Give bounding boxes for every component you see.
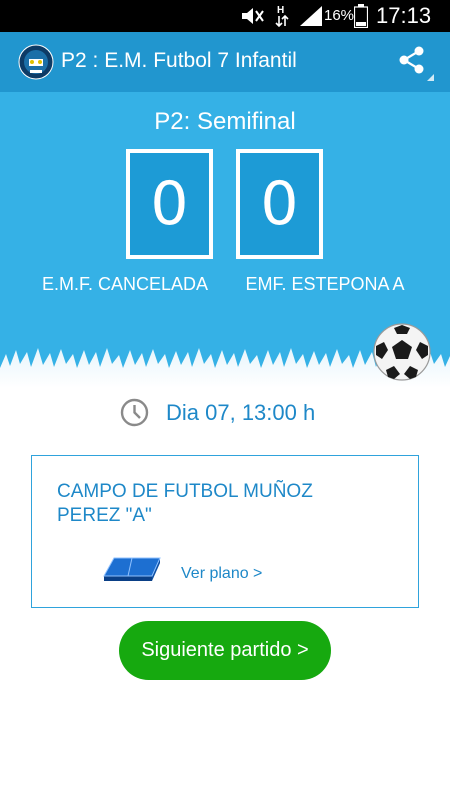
scoreboard: P2: Semifinal 0 0 E.M.F. CANCELADA EMF. … [0,92,450,388]
app-title: P2 : E.M. Futbol 7 Infantil [61,49,297,72]
share-icon[interactable] [394,45,436,83]
view-map-link[interactable]: Ver plano > [181,565,262,583]
data-transfer-icon: H [275,5,289,28]
clock-icon [120,398,149,427]
league-logo[interactable] [18,44,54,80]
clock-time: 17:13 [376,3,432,28]
round-title: P2: Semifinal [154,108,296,135]
away-score: 0 [236,149,323,259]
match-date-time: Dia 07, 13:00 h [166,400,316,425]
venue-card[interactable]: CAMPO DE FUTBOL MUÑOZ PEREZ "A" Ver plan… [31,455,419,608]
home-score: 0 [126,149,213,259]
battery-percent: 16% [324,7,355,24]
football-field-icon[interactable] [102,556,162,584]
mute-icon [242,8,264,24]
away-team-name: EMF. ESTEPONA A [245,274,405,294]
home-team-name: E.M.F. CANCELADA [41,274,209,294]
app-bar: P2 : E.M. Futbol 7 Infantil [0,32,450,92]
status-bar: H 16% 17:13 [0,0,450,32]
svg-text:H: H [277,5,284,16]
venue-name: CAMPO DE FUTBOL MUÑOZ PEREZ "A" [57,481,313,526]
soccer-ball-icon [373,323,431,381]
signal-icon [300,6,322,26]
next-match-button[interactable]: Siguiente partido > [119,621,331,680]
battery-icon [354,4,368,28]
